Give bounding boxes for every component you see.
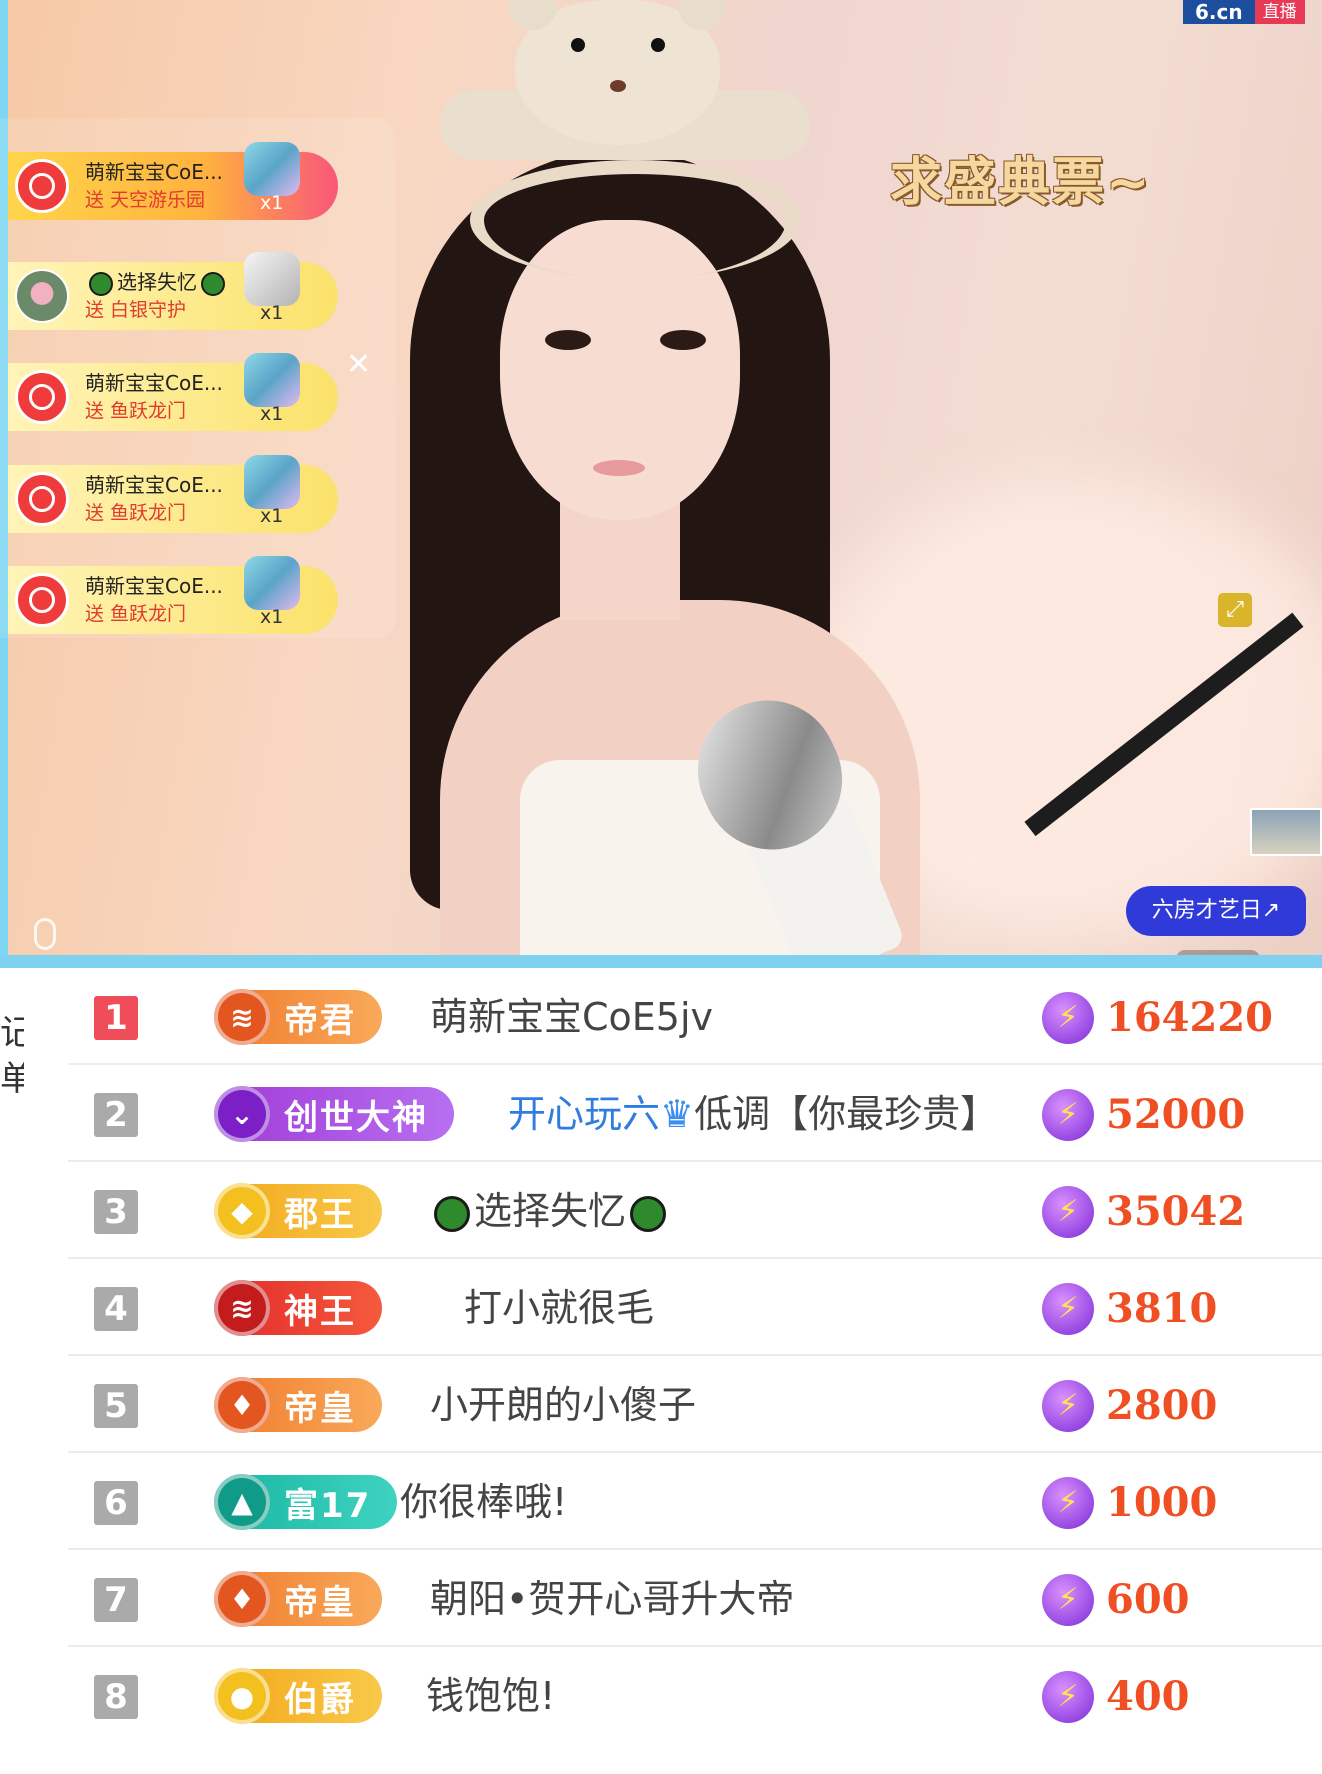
lightning-coin-icon: ⚡ bbox=[1042, 1186, 1094, 1238]
gift-icon bbox=[244, 142, 300, 196]
microphone-icon[interactable] bbox=[34, 918, 56, 950]
level-badge: ≋ 帝君 bbox=[214, 989, 382, 1045]
username: 朝阳•贺开心哥升大帝 bbox=[430, 1577, 795, 1621]
username: 选择失忆 bbox=[430, 1184, 670, 1238]
red-face-avatar[interactable] bbox=[15, 573, 69, 627]
level-badge: ◆ 郡王 bbox=[214, 1183, 382, 1239]
contribution-score: 600 bbox=[1106, 1576, 1190, 1623]
streamer-eye-left bbox=[545, 330, 591, 350]
promo-button[interactable]: 六房才艺日↗ bbox=[1126, 886, 1306, 936]
lightning-coin-icon: ⚡ bbox=[1042, 1380, 1094, 1432]
rank-number: 7 bbox=[94, 1578, 138, 1622]
mask-emoji-icon bbox=[434, 1195, 470, 1232]
username: 小开朗的小傻子 bbox=[430, 1383, 697, 1427]
level-badge: ♦ 帝皇 bbox=[214, 1377, 382, 1433]
rank-number: 2 bbox=[94, 1093, 138, 1137]
lightning-coin-icon: ⚡ bbox=[1042, 1574, 1094, 1626]
lightning-coin-icon: ⚡ bbox=[1042, 1477, 1094, 1529]
mask-emoji-icon bbox=[201, 271, 225, 296]
close-gift-feed-button[interactable]: ✕ bbox=[346, 350, 371, 380]
level-icon: ♦ bbox=[214, 1571, 270, 1627]
bear-headband-head bbox=[509, 0, 726, 145]
rank-number: 4 bbox=[94, 1287, 138, 1331]
username: 开心玩六♛低调【你最珍贵】 bbox=[508, 1092, 999, 1136]
gift-feed-item: 萌新宝宝CoE... 送 鱼跃龙门 x1 bbox=[8, 556, 338, 634]
streamer-lips bbox=[593, 460, 645, 476]
ranking-row[interactable]: 3 ◆ 郡王 选择失忆 ⚡ 35042 bbox=[68, 1162, 1322, 1259]
ranking-row[interactable]: 5 ♦ 帝皇 小开朗的小傻子 ⚡ 2800 bbox=[68, 1356, 1322, 1453]
level-icon: ⌄ bbox=[214, 1086, 270, 1142]
level-icon: ♦ bbox=[214, 1377, 270, 1433]
level-icon: ◆ bbox=[214, 1183, 270, 1239]
level-icon: ≋ bbox=[214, 1280, 270, 1336]
castle-gift-icon bbox=[244, 556, 300, 610]
level-badge: ♦ 帝皇 bbox=[214, 1571, 382, 1627]
level-badge: ⌄ 创世大神 bbox=[214, 1086, 454, 1142]
red-face-avatar[interactable] bbox=[15, 472, 69, 526]
rank-number: 6 bbox=[94, 1481, 138, 1525]
gift-feed-item: 萌新宝宝CoE... 送 鱼跃龙门 x1 bbox=[8, 455, 338, 533]
level-icon: ≋ bbox=[214, 989, 270, 1045]
rank-number: 1 bbox=[94, 996, 138, 1040]
level-badge: ▲ 富17 bbox=[214, 1474, 398, 1530]
lightning-coin-icon: ⚡ bbox=[1042, 1089, 1094, 1141]
mask-emoji-icon bbox=[630, 1195, 667, 1232]
contribution-score: 1000 bbox=[1106, 1479, 1218, 1526]
level-badge: ● 伯爵 bbox=[214, 1668, 382, 1724]
mask-emoji-icon bbox=[89, 271, 113, 296]
stream-bottom-border bbox=[0, 955, 1322, 968]
username: 打小就很毛 bbox=[464, 1286, 655, 1330]
ranking-row[interactable]: 8 ● 伯爵 钱饱饱! ⚡ 400 bbox=[68, 1647, 1322, 1744]
castle-gift-icon bbox=[244, 455, 300, 509]
stream-banner-text: 求盛典票~ bbox=[890, 153, 1152, 213]
username: 萌新宝宝CoE5jv bbox=[430, 995, 714, 1039]
crown-icon: ♛ bbox=[660, 1092, 695, 1136]
rank-number: 5 bbox=[94, 1384, 138, 1428]
rank-number: 8 bbox=[94, 1675, 138, 1719]
level-badge: ≋ 神王 bbox=[214, 1280, 382, 1336]
contribution-score: 164220 bbox=[1106, 994, 1273, 1041]
gift-feed-item: 萌新宝宝CoE... 送 鱼跃龙门 x1 bbox=[8, 353, 338, 431]
contribution-score: 35042 bbox=[1106, 1188, 1246, 1235]
ranking-row[interactable]: 6 ▲ 富17 你很棒哦! ⚡ 1000 bbox=[68, 1453, 1322, 1550]
site-logo: 6.cn 直播 bbox=[1183, 0, 1322, 24]
contribution-score: 3810 bbox=[1106, 1285, 1218, 1332]
rank-number: 3 bbox=[94, 1190, 138, 1234]
ranking-row[interactable]: 4 ≋ 神王 打小就很毛 ⚡ 3810 bbox=[68, 1259, 1322, 1356]
lightning-coin-icon: ⚡ bbox=[1042, 1671, 1094, 1723]
silver-guard-gift-icon bbox=[244, 252, 300, 306]
red-face-avatar[interactable] bbox=[15, 159, 69, 213]
castle-gift-icon bbox=[244, 353, 300, 407]
contribution-score: 400 bbox=[1106, 1673, 1190, 1720]
contribution-ranking: 1 ≋ 帝君 萌新宝宝CoE5jv ⚡ 164220 2 ⌄ 创世大神 开心玩六… bbox=[0, 968, 1322, 1774]
level-icon: ● bbox=[214, 1668, 270, 1724]
streamer-eye-right bbox=[660, 330, 706, 350]
expand-icon[interactable]: ⤢ bbox=[1218, 593, 1252, 627]
username: 钱饱饱! bbox=[426, 1674, 556, 1718]
ranking-row[interactable]: 7 ♦ 帝皇 朝阳•贺开心哥升大帝 ⚡ 600 bbox=[68, 1550, 1322, 1647]
contribution-score: 2800 bbox=[1106, 1382, 1218, 1429]
gift-feed-item: 选择失忆 送 白银守护 x1 bbox=[8, 252, 338, 330]
live-stream-video[interactable]: 6.cn 直播 求盛典票~ 萌新宝宝CoE... 送 天空游乐园 x1 选择失忆… bbox=[0, 0, 1322, 968]
red-face-avatar[interactable] bbox=[15, 370, 69, 424]
username: 你很棒哦! bbox=[400, 1480, 568, 1524]
contribution-score: 52000 bbox=[1106, 1091, 1246, 1138]
ranking-row[interactable]: 1 ≋ 帝君 萌新宝宝CoE5jv ⚡ 164220 bbox=[68, 968, 1322, 1065]
gift-feed-item: 萌新宝宝CoE... 送 天空游乐园 x1 bbox=[8, 142, 338, 220]
lightning-coin-icon: ⚡ bbox=[1042, 992, 1094, 1044]
bear-headband bbox=[470, 160, 800, 280]
ranking-row[interactable]: 2 ⌄ 创世大神 开心玩六♛低调【你最珍贵】 ⚡ 52000 bbox=[68, 1065, 1322, 1162]
level-icon: ▲ bbox=[214, 1474, 270, 1530]
pip-thumbnail[interactable] bbox=[1250, 808, 1322, 856]
photo-avatar[interactable] bbox=[15, 269, 69, 323]
lightning-coin-icon: ⚡ bbox=[1042, 1283, 1094, 1335]
